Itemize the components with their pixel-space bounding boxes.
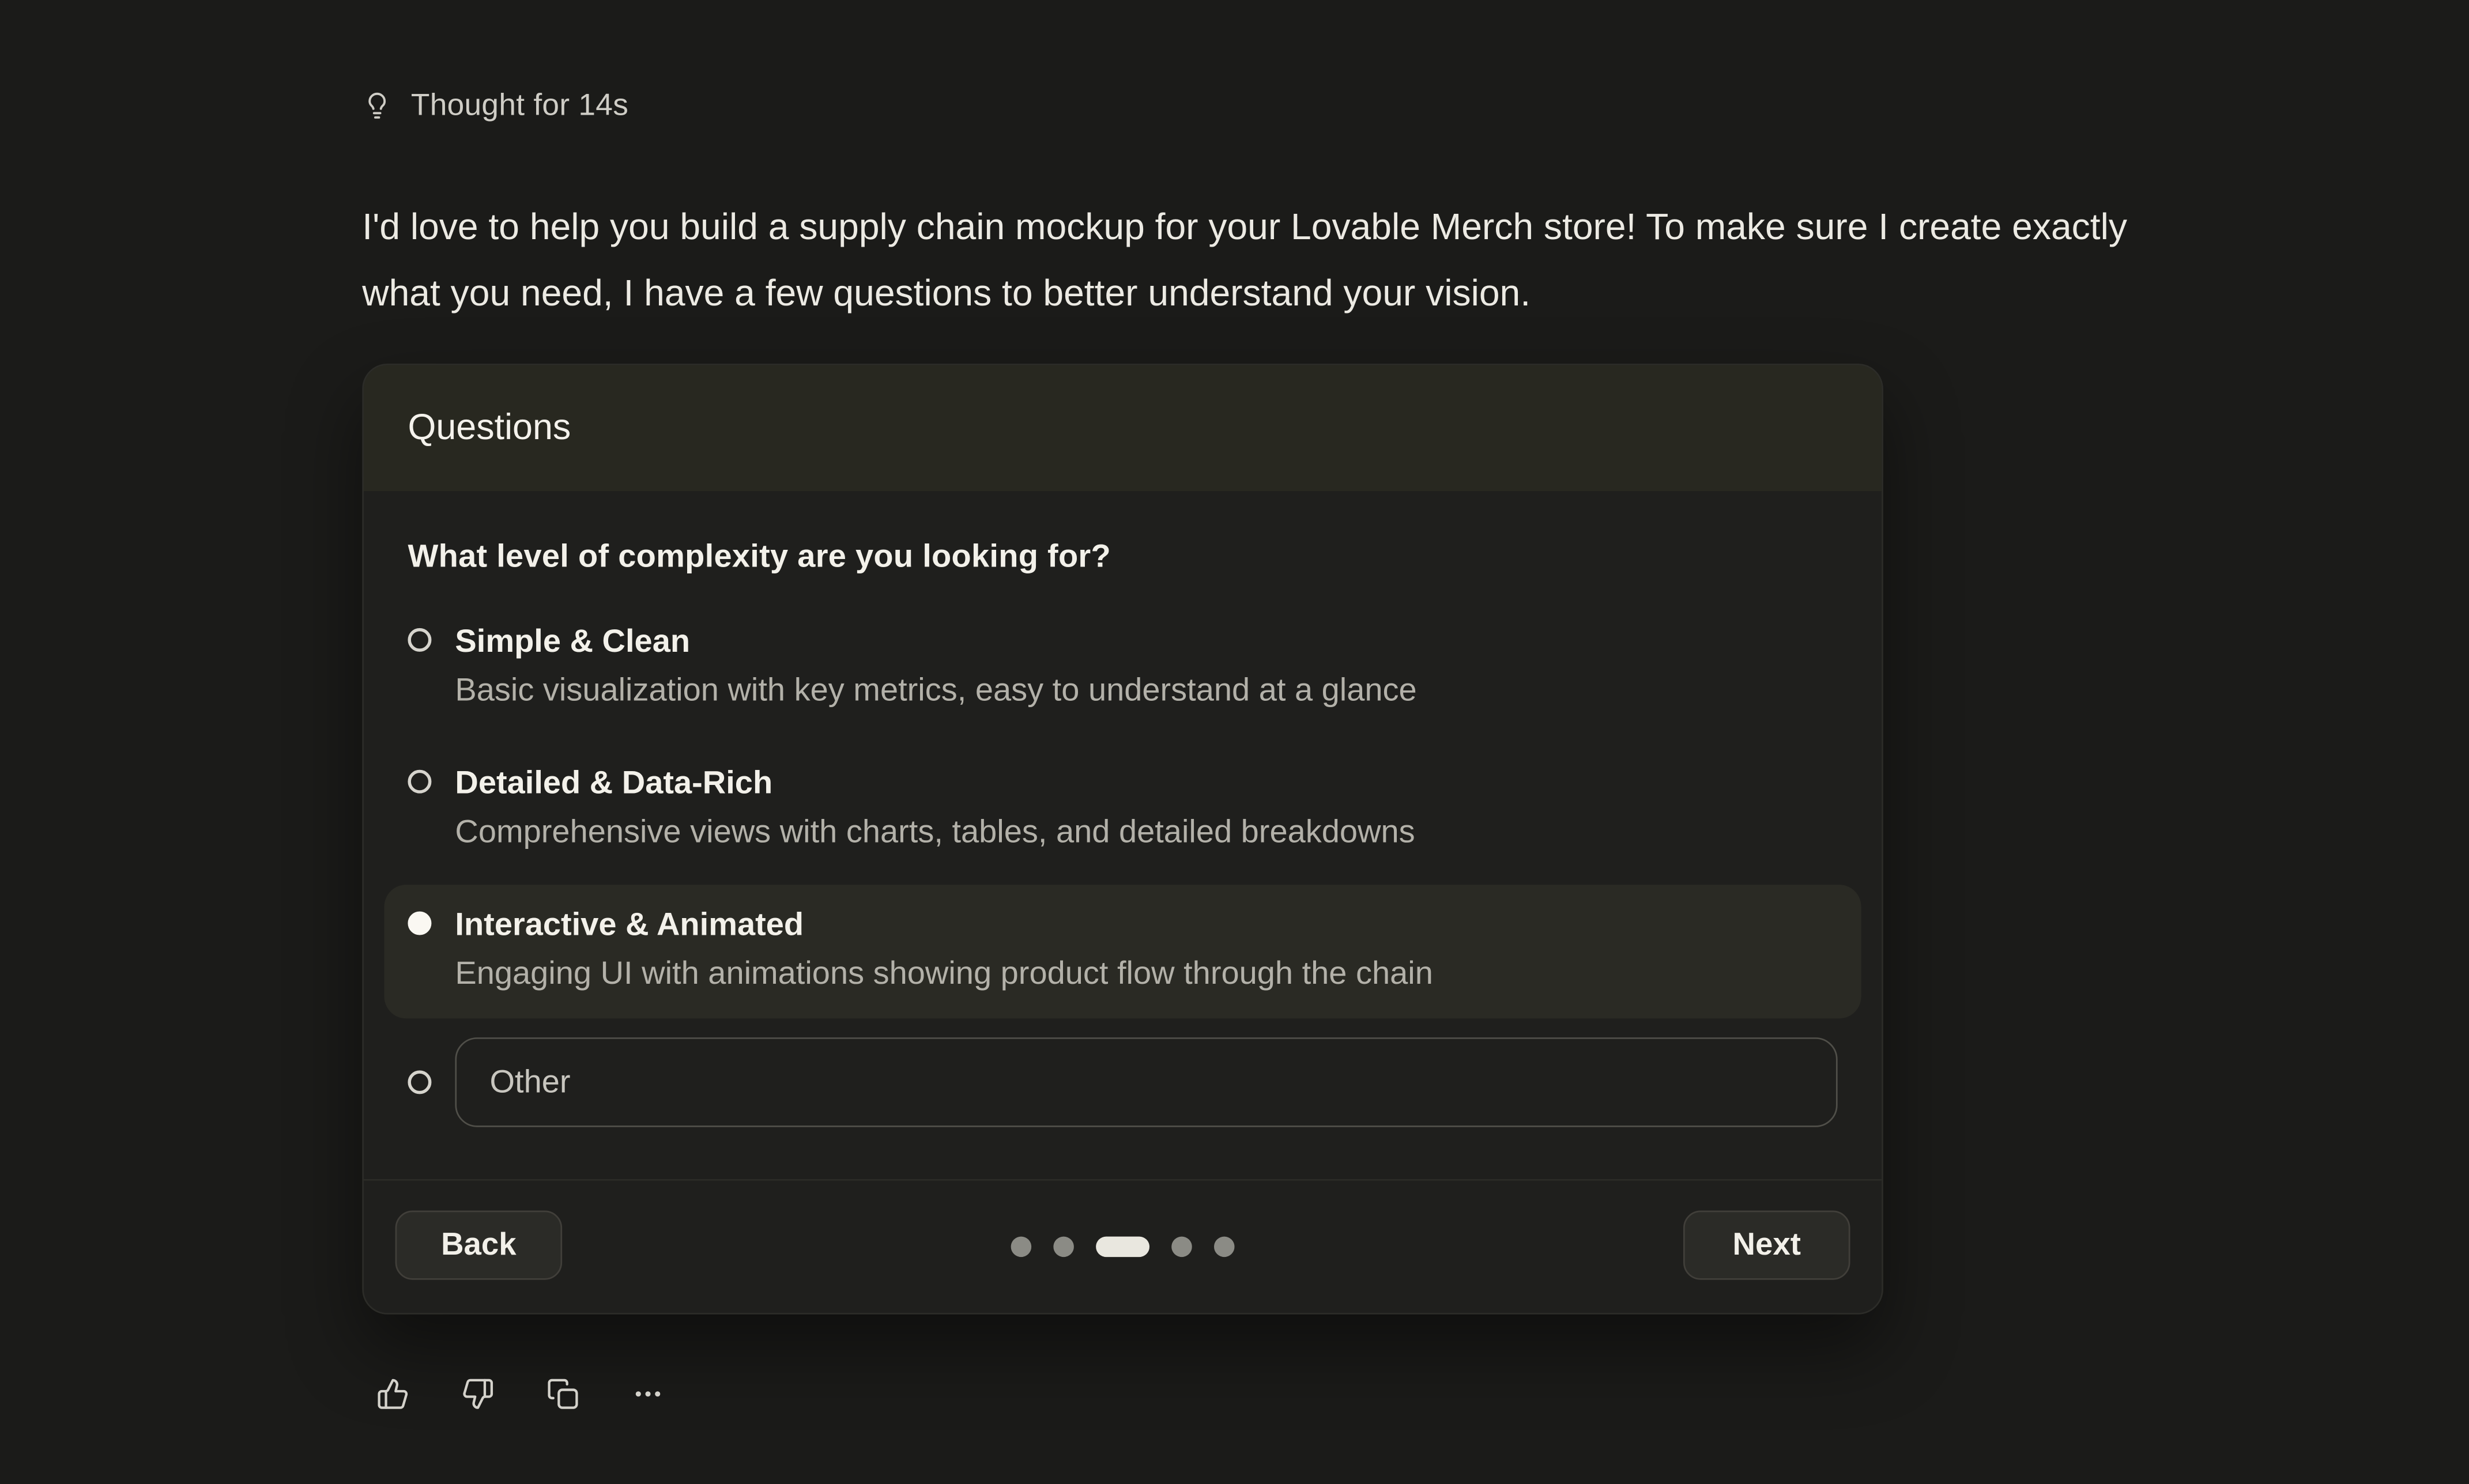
option-other[interactable] — [384, 1026, 1861, 1141]
thumbs-up-icon — [376, 1377, 409, 1410]
radio-icon[interactable] — [408, 628, 431, 652]
option-text: Interactive & AnimatedEngaging UI with a… — [455, 904, 1433, 1000]
card-footer: Back Next — [364, 1179, 1882, 1313]
pagination-dot-active — [1096, 1237, 1149, 1258]
copy-icon — [546, 1377, 579, 1410]
card-title: Questions — [408, 406, 571, 447]
option-description: Engaging UI with animations showing prod… — [455, 947, 1433, 999]
back-button[interactable]: Back — [395, 1211, 563, 1280]
thumbs-down-button[interactable] — [461, 1377, 494, 1410]
assistant-message: I'd love to help you build a supply chai… — [362, 194, 2192, 326]
pagination-dot — [1214, 1237, 1235, 1258]
radio-selected-icon[interactable] — [408, 912, 431, 935]
thumbs-up-button[interactable] — [376, 1377, 409, 1410]
pagination-dot — [1011, 1237, 1032, 1258]
card-body: What level of complexity are you looking… — [364, 491, 1882, 1154]
assistant-turn: Thought for 14s I'd love to help you bui… — [0, 0, 2469, 1410]
option-label: Interactive & Animated — [455, 904, 1433, 947]
option-text: Detailed & Data-RichComprehensive views … — [455, 762, 1415, 858]
pagination-dot — [1053, 1237, 1074, 1258]
radio-icon[interactable] — [408, 1070, 431, 1094]
thumbs-down-icon — [461, 1377, 494, 1410]
option-label: Detailed & Data-Rich — [455, 762, 1415, 806]
option-simple-clean[interactable]: Simple & CleanBasic visualization with k… — [384, 601, 1861, 735]
questions-card: Questions What level of complexity are y… — [362, 364, 1883, 1315]
lightbulb-icon — [362, 91, 392, 121]
radio-icon[interactable] — [408, 770, 431, 794]
option-description: Basic visualization with key metrics, ea… — [455, 664, 1416, 716]
option-interactive-animated[interactable]: Interactive & AnimatedEngaging UI with a… — [384, 885, 1861, 1018]
option-description: Comprehensive views with charts, tables,… — [455, 806, 1415, 858]
question-text: What level of complexity are you looking… — [408, 538, 1837, 576]
chat-canvas: Thought for 14s I'd love to help you bui… — [0, 0, 2469, 1484]
thought-header[interactable]: Thought for 14s — [362, 88, 2469, 124]
option-detailed-data-rich[interactable]: Detailed & Data-RichComprehensive views … — [384, 743, 1861, 877]
ellipsis-icon — [631, 1377, 664, 1410]
options-list: Simple & CleanBasic visualization with k… — [408, 601, 1837, 1141]
more-options-button[interactable] — [631, 1377, 664, 1410]
thought-label: Thought for 14s — [411, 88, 628, 124]
other-input[interactable] — [455, 1037, 1837, 1127]
pagination-dots — [1011, 1237, 1235, 1258]
card-header: Questions — [364, 365, 1882, 492]
copy-button[interactable] — [546, 1377, 579, 1410]
next-button[interactable]: Next — [1683, 1211, 1850, 1280]
option-text: Simple & CleanBasic visualization with k… — [455, 620, 1416, 716]
pagination-dot — [1171, 1237, 1192, 1258]
message-actions — [376, 1377, 2469, 1410]
option-label: Simple & Clean — [455, 620, 1416, 664]
